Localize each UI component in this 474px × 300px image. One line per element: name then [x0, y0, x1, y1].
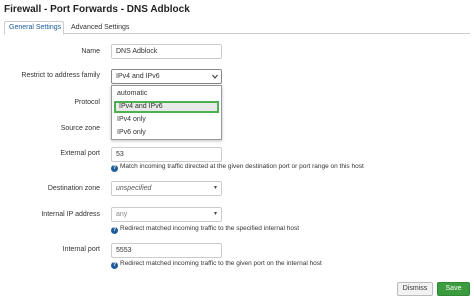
tab-bar: General Settings Advanced Settings: [4, 21, 470, 35]
page-title: Firewall - Port Forwards - DNS Adblock: [4, 4, 190, 15]
help-icon: ?: [111, 262, 118, 269]
address-family-value: IPv4 and IPv6: [116, 73, 160, 80]
external-port-input[interactable]: 53: [111, 147, 222, 162]
protocol-label: Protocol: [74, 99, 100, 106]
destination-zone-label: Destination zone: [47, 185, 100, 192]
option-ipv4-and-ipv6[interactable]: IPv4 and IPv6: [114, 101, 219, 113]
external-port-help-text: Match incoming traffic directed at the g…: [120, 163, 364, 170]
option-ipv4-only[interactable]: IPv4 only: [114, 114, 219, 126]
internal-port-help-text: Redirect matched incoming traffic to the…: [120, 260, 322, 267]
address-family-label: Restrict to address family: [21, 72, 100, 79]
internal-port-input[interactable]: 5553: [111, 243, 222, 258]
name-input[interactable]: DNS Adblock: [111, 44, 222, 59]
dismiss-button[interactable]: Dismiss: [397, 282, 433, 296]
help-icon: ?: [111, 227, 118, 234]
name-label: Name: [81, 48, 100, 55]
internal-port-help: ? Redirect matched incoming traffic to th…: [111, 260, 322, 269]
caret-down-icon: ▾: [213, 185, 217, 191]
address-family-select[interactable]: IPv4 and IPv6: [111, 69, 222, 84]
internal-ip-help-text: Redirect matched incoming traffic to the…: [120, 225, 300, 232]
internal-ip-value: any: [116, 211, 128, 218]
caret-down-icon: ▾: [213, 211, 217, 217]
option-ipv6-only[interactable]: IPv6 only: [114, 127, 219, 139]
save-button[interactable]: Save: [437, 282, 470, 296]
internal-ip-label: Internal IP address: [41, 211, 100, 218]
internal-ip-help: ? Redirect matched incoming traffic to th…: [111, 225, 299, 234]
option-automatic[interactable]: automatic: [114, 88, 219, 100]
external-port-help: ? Match incoming traffic directed at the …: [111, 163, 364, 172]
destination-zone-select[interactable]: unspecified ▾: [111, 181, 222, 196]
chevron-down-icon: [212, 74, 218, 79]
internal-ip-select[interactable]: any ▾: [111, 207, 222, 222]
tab-advanced-settings[interactable]: Advanced Settings: [66, 21, 134, 34]
external-port-label: External port: [60, 150, 100, 157]
address-family-dropdown: automatic IPv4 and IPv6 IPv4 only IPv6 o…: [111, 85, 222, 140]
help-icon: ?: [111, 165, 118, 172]
internal-port-label: Internal port: [62, 246, 100, 253]
source-zone-label: Source zone: [60, 125, 100, 132]
tab-general-settings[interactable]: General Settings: [4, 21, 64, 35]
destination-zone-value: unspecified: [116, 185, 152, 192]
